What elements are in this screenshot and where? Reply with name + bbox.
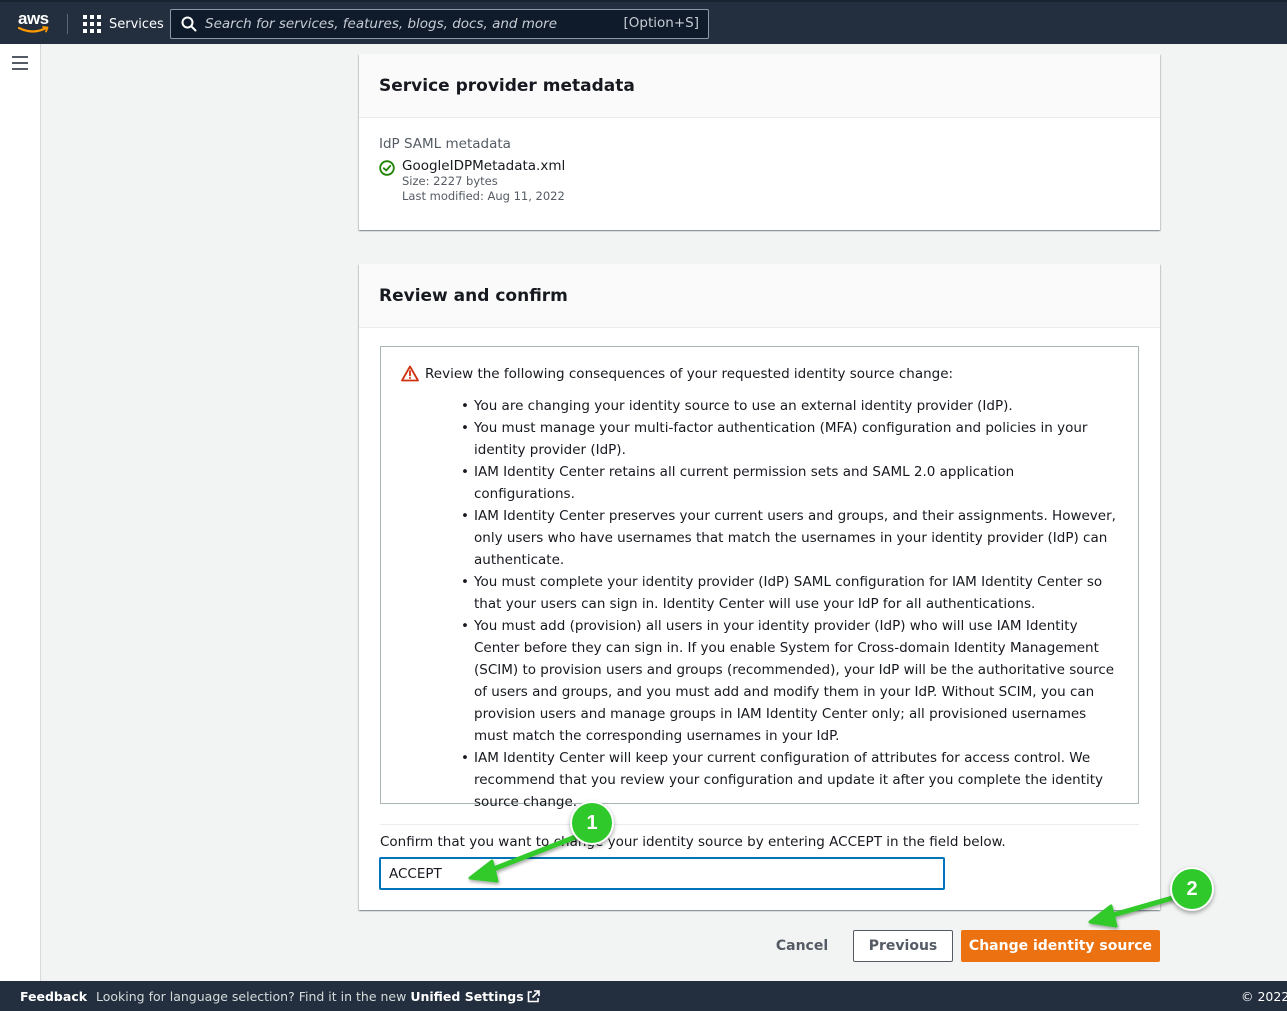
confirm-label: Confirm that you want to change your ide… — [380, 834, 1006, 850]
file-last-modified: Last modified: Aug 11, 2022 — [402, 189, 565, 203]
side-navigation — [0, 44, 41, 981]
panel-title: Review and confirm — [379, 285, 568, 306]
annotation-badge-1: 1 — [570, 801, 614, 845]
list-item: You must add (provision) all users in yo… — [461, 615, 1118, 747]
alert-heading: Review the following consequences of you… — [401, 365, 1118, 382]
list-item: IAM Identity Center preserves your curre… — [461, 505, 1118, 571]
change-identity-source-button[interactable]: Change identity source — [961, 930, 1160, 962]
file-size: Size: 2227 bytes — [402, 174, 498, 188]
divider — [380, 824, 1139, 825]
review-and-confirm-panel: Review and confirm Review the following … — [359, 264, 1160, 910]
search-icon — [181, 16, 197, 32]
language-prompt-text: Looking for language selection? Find it … — [96, 989, 411, 1004]
panel-header: Service provider metadata — [359, 54, 1160, 118]
top-navigation: aws Services [Option+S] — [0, 0, 1287, 44]
previous-button[interactable]: Previous — [853, 930, 953, 962]
list-item: You must complete your identity provider… — [461, 571, 1118, 615]
idp-metadata-label: IdP SAML metadata — [379, 136, 511, 152]
language-prompt: Looking for language selection? Find it … — [96, 989, 540, 1004]
feedback-link[interactable]: Feedback — [20, 989, 87, 1004]
footer: Feedback Looking for language selection?… — [0, 981, 1287, 1011]
search-shortcut-hint: [Option+S] — [623, 15, 699, 31]
alert-heading-text: Review the following consequences of you… — [425, 365, 954, 382]
cancel-button[interactable]: Cancel — [768, 933, 836, 959]
file-name: GoogleIDPMetadata.xml — [402, 158, 566, 174]
aws-smile-icon — [18, 26, 49, 33]
warning-icon — [401, 365, 419, 382]
unified-settings-label: Unified Settings — [410, 989, 524, 1004]
services-label: Services — [109, 16, 164, 32]
services-menu-button[interactable]: Services — [83, 14, 164, 34]
consequences-list: You are changing your identity source to… — [461, 395, 1118, 813]
service-provider-metadata-panel: Service provider metadata IdP SAML metad… — [359, 54, 1160, 230]
panel-content: IdP SAML metadata GoogleIDPMetadata.xml … — [359, 118, 1160, 222]
global-search[interactable]: [Option+S] — [170, 9, 709, 39]
unified-settings-link[interactable]: Unified Settings — [410, 989, 540, 1004]
list-item: IAM Identity Center retains all current … — [461, 461, 1118, 505]
grid-icon — [83, 15, 101, 33]
panel-header: Review and confirm — [359, 264, 1160, 328]
success-check-icon — [379, 160, 395, 176]
panel-title: Service provider metadata — [379, 75, 635, 96]
warning-alert: Review the following consequences of you… — [380, 346, 1139, 810]
list-item: IAM Identity Center will keep your curre… — [461, 747, 1118, 813]
uploaded-file: GoogleIDPMetadata.xml Size: 2227 bytes L… — [379, 158, 1140, 204]
list-item: You must manage your multi-factor authen… — [461, 417, 1118, 461]
menu-icon[interactable] — [12, 56, 28, 70]
list-item: You are changing your identity source to… — [461, 395, 1118, 417]
search-input[interactable] — [205, 14, 625, 34]
annotation-badge-2: 2 — [1170, 867, 1214, 911]
external-link-icon — [527, 990, 540, 1003]
confirm-accept-input[interactable] — [379, 857, 945, 890]
copyright: © 2022, — [1241, 989, 1287, 1004]
aws-logo[interactable]: aws — [18, 10, 52, 36]
nav-divider — [67, 14, 68, 34]
